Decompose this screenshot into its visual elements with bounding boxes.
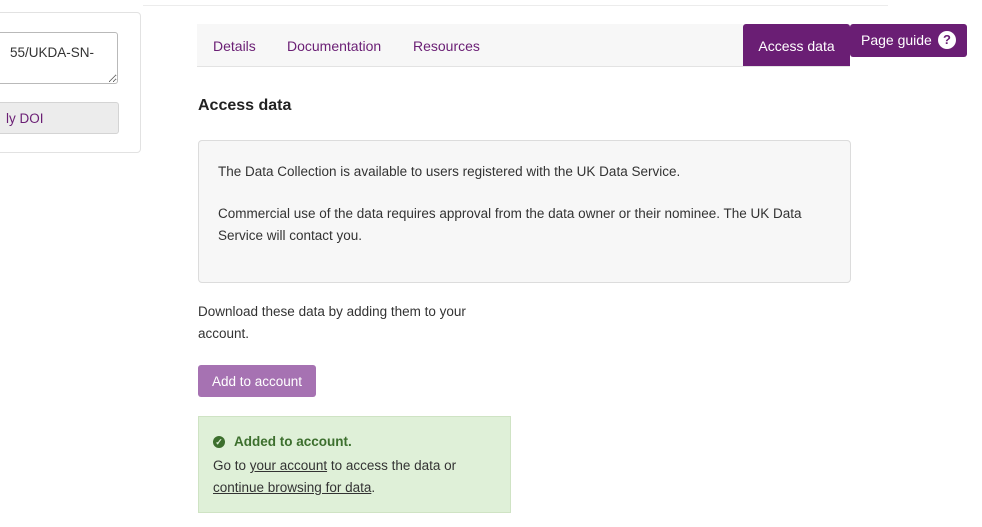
top-divider	[143, 5, 888, 6]
info-paragraph-registration: The Data Collection is available to user…	[218, 164, 681, 179]
info-paragraph-commercial: Commercial use of the data requires appr…	[218, 206, 802, 243]
question-circle-icon: ?	[938, 31, 956, 49]
tab-bar: Details Documentation Resources Access d…	[197, 24, 850, 67]
copy-doi-button[interactable]: ly DOI	[0, 102, 119, 134]
success-text-go-to: Go to	[213, 458, 250, 473]
tab-details[interactable]: Details	[213, 24, 256, 66]
access-info-box: The Data Collection is available to user…	[198, 140, 851, 283]
tab-documentation[interactable]: Documentation	[287, 24, 381, 66]
tab-resources[interactable]: Resources	[413, 24, 480, 66]
page-title: Access data	[198, 97, 292, 114]
page-guide-button[interactable]: Page guide ?	[850, 24, 967, 57]
success-heading: Added to account.	[234, 434, 352, 449]
success-heading-row: ✓ Added to account.	[213, 431, 352, 453]
success-line-2: continue browsing for data.	[213, 477, 375, 499]
add-to-account-button[interactable]: Add to account	[198, 365, 316, 397]
your-account-link[interactable]: your account	[250, 458, 327, 473]
success-alert: ✓ Added to account. Go to your account to…	[198, 416, 511, 513]
continue-browsing-link[interactable]: continue browsing for data	[213, 480, 371, 495]
page-guide-label: Page guide	[861, 32, 932, 48]
doi-panel: 55/UKDA-SN- ly DOI	[0, 12, 141, 153]
download-instructions: Download these data by adding them to yo…	[198, 304, 466, 341]
success-text-period: .	[371, 480, 376, 495]
doi-textarea[interactable]: 55/UKDA-SN-	[0, 32, 118, 84]
success-text-access: to access the data or	[327, 458, 457, 473]
check-circle-icon: ✓	[213, 436, 225, 448]
tab-access-data[interactable]: Access data	[743, 24, 850, 66]
success-line-1: Go to your account to access the data or	[213, 455, 456, 477]
